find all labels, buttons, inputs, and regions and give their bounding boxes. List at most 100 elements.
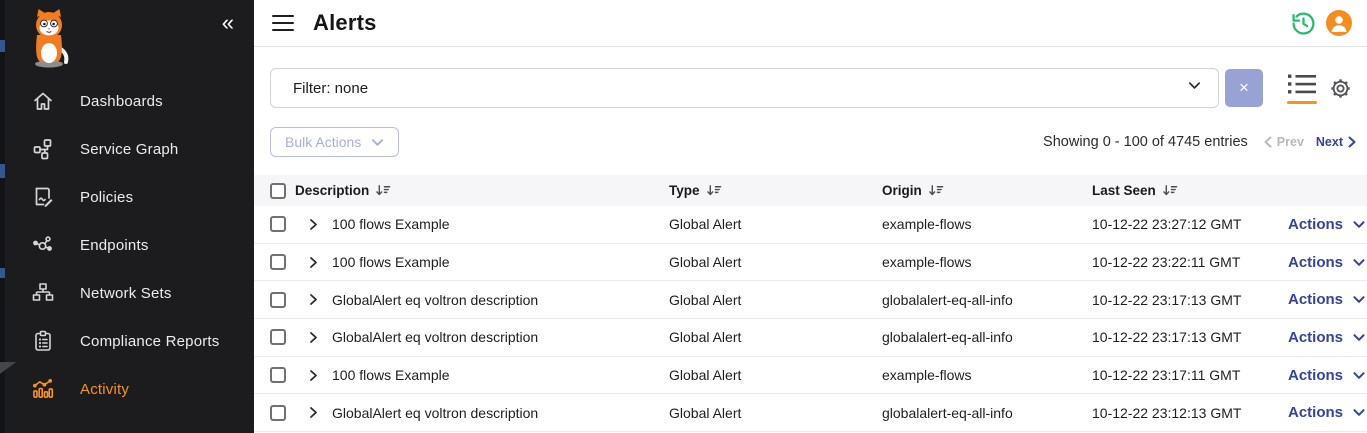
row-checkbox[interactable] xyxy=(270,292,286,308)
cell-origin: globalalert-eq-all-info xyxy=(882,292,1092,308)
select-all-checkbox[interactable] xyxy=(270,183,286,199)
table-header-row: Description Type Origin xyxy=(254,175,1367,206)
sidebar-collapse-button[interactable]: « xyxy=(222,12,234,34)
expand-row-button[interactable] xyxy=(308,331,332,344)
home-icon xyxy=(32,90,54,112)
cell-description: 100 flows Example xyxy=(332,367,669,383)
table-row: GlobalAlert eq voltron description Globa… xyxy=(254,281,1367,319)
sidebar-item-label: Policies xyxy=(80,189,133,206)
showing-entries-text: Showing 0 - 100 of 4745 entries xyxy=(1043,134,1248,150)
list-view-toggle[interactable] xyxy=(1287,72,1317,105)
sidebar-item-label: Dashboards xyxy=(80,93,163,110)
sort-icon[interactable] xyxy=(376,184,391,197)
settings-button[interactable] xyxy=(1328,76,1353,101)
row-checkbox[interactable] xyxy=(270,329,286,345)
chevron-right-icon xyxy=(308,331,318,344)
user-avatar-button[interactable] xyxy=(1326,10,1352,36)
expand-row-button[interactable] xyxy=(308,369,332,382)
actions-label: Actions xyxy=(1288,254,1343,271)
bulk-actions-label: Bulk Actions xyxy=(285,134,361,150)
chevron-down-icon xyxy=(1352,294,1366,305)
sort-icon[interactable] xyxy=(707,184,722,197)
edge-marker xyxy=(0,40,5,52)
column-header-last-seen[interactable]: Last Seen xyxy=(1092,183,1156,198)
cell-type: Global Alert xyxy=(669,216,882,232)
table-row: GlobalAlert eq voltron description Globa… xyxy=(254,394,1367,432)
chevron-right-icon xyxy=(308,369,318,382)
sidebar-item-network-sets[interactable]: Network Sets xyxy=(0,269,254,317)
sidebar-item-policies[interactable]: Policies xyxy=(0,173,254,221)
next-label: Next xyxy=(1316,135,1343,149)
filter-select[interactable]: Filter: none xyxy=(270,68,1219,108)
history-button[interactable] xyxy=(1290,10,1317,37)
row-actions-button[interactable]: Actions xyxy=(1282,254,1367,271)
sidebar-item-label: Activity xyxy=(80,381,129,398)
app-root: « Dashboards xyxy=(0,0,1367,433)
sidebar-item-dashboards[interactable]: Dashboards xyxy=(0,77,254,125)
sidebar-item-endpoints[interactable]: Endpoints xyxy=(0,221,254,269)
bulk-actions-button[interactable]: Bulk Actions xyxy=(270,127,399,157)
cell-last-seen: 10-12-22 23:22:11 GMT xyxy=(1092,254,1282,270)
row-actions-button[interactable]: Actions xyxy=(1282,291,1367,308)
sidebar-item-compliance-reports[interactable]: Compliance Reports xyxy=(0,317,254,365)
expand-row-button[interactable] xyxy=(308,218,332,231)
row-checkbox[interactable] xyxy=(270,216,286,232)
chevron-down-icon xyxy=(1352,257,1366,268)
row-actions-button[interactable]: Actions xyxy=(1282,404,1367,421)
prev-page-button[interactable]: Prev xyxy=(1264,135,1304,149)
row-checkbox[interactable] xyxy=(270,367,286,383)
expand-row-button[interactable] xyxy=(308,256,332,269)
row-actions-button[interactable]: Actions xyxy=(1282,216,1367,233)
chevron-left-icon xyxy=(1264,136,1272,148)
cell-origin: globalalert-eq-all-info xyxy=(882,329,1092,345)
sort-icon[interactable] xyxy=(929,184,944,197)
compliance-reports-icon xyxy=(32,330,54,352)
active-view-underline xyxy=(1287,101,1317,105)
row-actions-button[interactable]: Actions xyxy=(1282,367,1367,384)
table-row: 100 flows Example Global Alert example-f… xyxy=(254,206,1367,244)
sidebar-item-cutoff xyxy=(0,406,254,413)
network-sets-icon xyxy=(32,282,54,304)
prev-label: Prev xyxy=(1277,135,1304,149)
avatar xyxy=(1326,10,1352,36)
sidebar-item-label: Service Graph xyxy=(80,141,178,158)
table-row: 100 flows Example Global Alert example-f… xyxy=(254,357,1367,395)
cell-type: Global Alert xyxy=(669,254,882,270)
next-page-button[interactable]: Next xyxy=(1316,135,1356,149)
sidebar-item-label: Compliance Reports xyxy=(80,333,220,350)
chevron-down-icon xyxy=(1352,370,1366,381)
menu-icon[interactable] xyxy=(270,13,296,34)
row-checkbox[interactable] xyxy=(270,405,286,421)
column-header-origin[interactable]: Origin xyxy=(882,183,922,198)
calico-cat-logo xyxy=(26,8,72,68)
row-actions-button[interactable]: Actions xyxy=(1282,329,1367,346)
clear-filter-button[interactable]: × xyxy=(1225,69,1263,107)
actions-label: Actions xyxy=(1288,216,1343,233)
sidebar-item-label: Network Sets xyxy=(80,285,172,302)
top-header: Alerts xyxy=(254,0,1367,47)
table-row: 100 flows Example Global Alert example-f… xyxy=(254,244,1367,282)
column-header-type[interactable]: Type xyxy=(669,183,700,198)
pagination: Showing 0 - 100 of 4745 entries Prev Nex… xyxy=(1043,134,1356,150)
actions-label: Actions xyxy=(1288,291,1343,308)
cell-origin: example-flows xyxy=(882,216,1092,232)
cell-description: GlobalAlert eq voltron description xyxy=(332,292,669,308)
actions-label: Actions xyxy=(1288,329,1343,346)
table-toolbar: Bulk Actions Showing 0 - 100 of 4745 ent… xyxy=(254,127,1367,157)
cell-last-seen: 10-12-22 23:17:13 GMT xyxy=(1092,292,1282,308)
expand-row-button[interactable] xyxy=(308,293,332,306)
list-icon xyxy=(1287,72,1317,96)
history-icon xyxy=(1290,10,1317,37)
main-content: Alerts xyxy=(254,0,1367,433)
sidebar-item-service-graph[interactable]: Service Graph xyxy=(0,125,254,173)
sidebar-item-label: Endpoints xyxy=(80,237,149,254)
column-header-description[interactable]: Description xyxy=(295,183,369,198)
cell-description: GlobalAlert eq voltron description xyxy=(332,329,669,345)
cell-description: GlobalAlert eq voltron description xyxy=(332,405,669,421)
table-row: GlobalAlert eq voltron description Globa… xyxy=(254,319,1367,357)
row-checkbox[interactable] xyxy=(270,254,286,270)
service-graph-icon xyxy=(32,138,54,160)
expand-row-button[interactable] xyxy=(308,406,332,419)
chevron-right-icon xyxy=(308,293,318,306)
sort-icon[interactable] xyxy=(1163,184,1178,197)
